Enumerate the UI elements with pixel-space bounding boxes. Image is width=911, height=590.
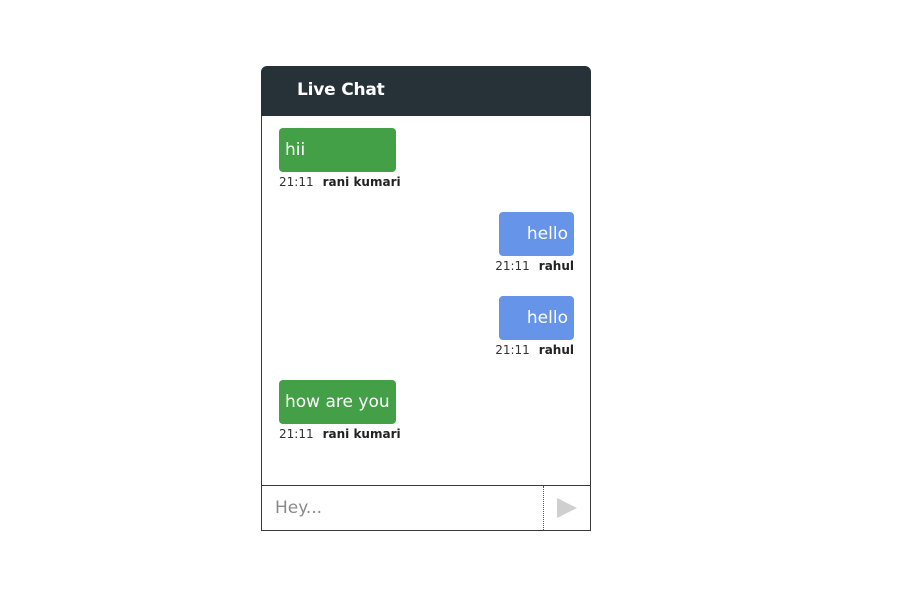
chat-header: Live Chat <box>261 66 591 116</box>
message-time: 21:11 <box>279 175 314 189</box>
send-icon <box>557 498 577 518</box>
message-input[interactable] <box>262 486 543 530</box>
sent-message-bubble: hello <box>499 212 574 256</box>
message-meta: 21:11 rani kumari <box>279 426 401 442</box>
message-sender: rahul <box>538 343 574 357</box>
message-time: 21:11 <box>495 259 530 273</box>
message-composer <box>261 485 591 531</box>
message-sender: rani kumari <box>322 427 401 441</box>
message-sender: rani kumari <box>322 175 401 189</box>
message-sender: rahul <box>538 259 574 273</box>
message-meta: 21:11 rahul <box>495 342 574 358</box>
message-item: hello 21:11 rahul <box>422 212 574 276</box>
sent-message-bubble: hello <box>499 296 574 340</box>
message-item: how are you 21:11 rani kumari <box>279 380 429 444</box>
send-button[interactable] <box>543 486 590 530</box>
live-chat-widget: Live Chat hii 21:11 rani kumari hello 21:… <box>261 66 591 531</box>
message-meta: 21:11 rani kumari <box>279 174 401 190</box>
message-item: hii 21:11 rani kumari <box>279 128 429 192</box>
message-time: 21:11 <box>279 427 314 441</box>
message-list[interactable]: hii 21:11 rani kumari hello 21:11 rahul he… <box>261 116 591 485</box>
message-meta: 21:11 rahul <box>495 258 574 274</box>
received-message-bubble: hii <box>279 128 396 172</box>
message-time: 21:11 <box>495 343 530 357</box>
message-item: hello 21:11 rahul <box>422 296 574 360</box>
chat-title: Live Chat <box>297 80 385 100</box>
received-message-bubble: how are you <box>279 380 396 424</box>
